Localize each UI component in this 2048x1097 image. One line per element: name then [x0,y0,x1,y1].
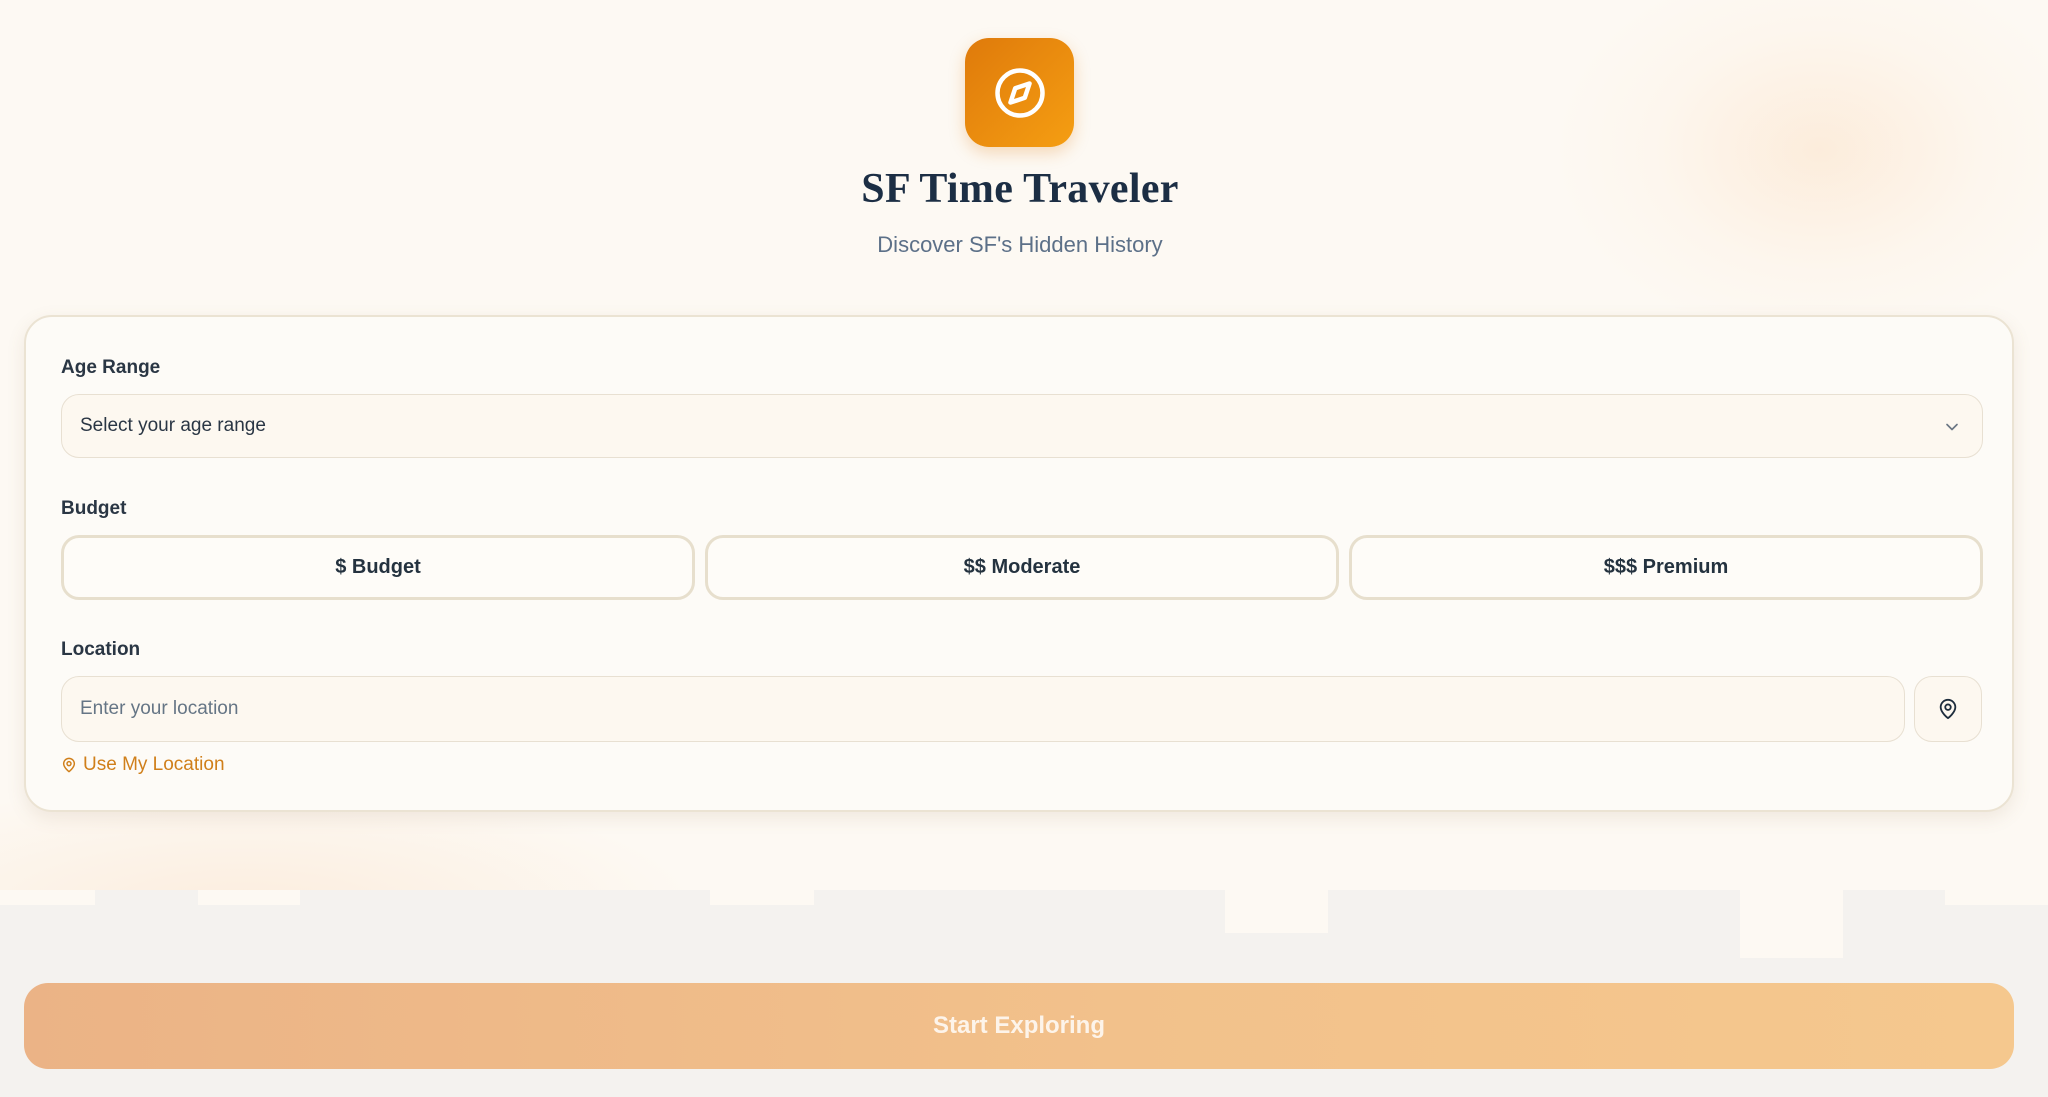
budget-label: Budget [61,498,127,519]
budget-option-budget[interactable]: $ Budget [61,535,695,600]
age-range-selected-value: Select your age range [80,415,266,436]
location-input[interactable] [61,676,1905,742]
use-my-location-link[interactable]: Use My Location [61,754,225,776]
map-pin-small-icon [62,757,76,773]
location-label: Location [61,639,141,660]
budget-option-premium[interactable]: $$$ Premium [1349,535,1983,600]
age-range-select[interactable]: Select your age range [61,394,1983,458]
compass-icon [994,67,1045,118]
app-logo [965,38,1074,147]
chevron-down-icon [1946,423,1958,431]
start-exploring-button[interactable]: Start Exploring [24,983,2014,1069]
use-my-location-label: Use My Location [83,754,225,775]
app-subtitle: Discover SF's Hidden History [877,232,1163,257]
preferences-card: Age Range Select your age range Budget $… [24,315,2014,812]
age-range-label: Age Range [61,357,161,378]
budget-option-moderate[interactable]: $$ Moderate [705,535,1339,600]
locate-button[interactable] [1914,676,1982,742]
app-title: SF Time Traveler [861,166,1179,212]
map-pin-icon [1939,698,1957,720]
